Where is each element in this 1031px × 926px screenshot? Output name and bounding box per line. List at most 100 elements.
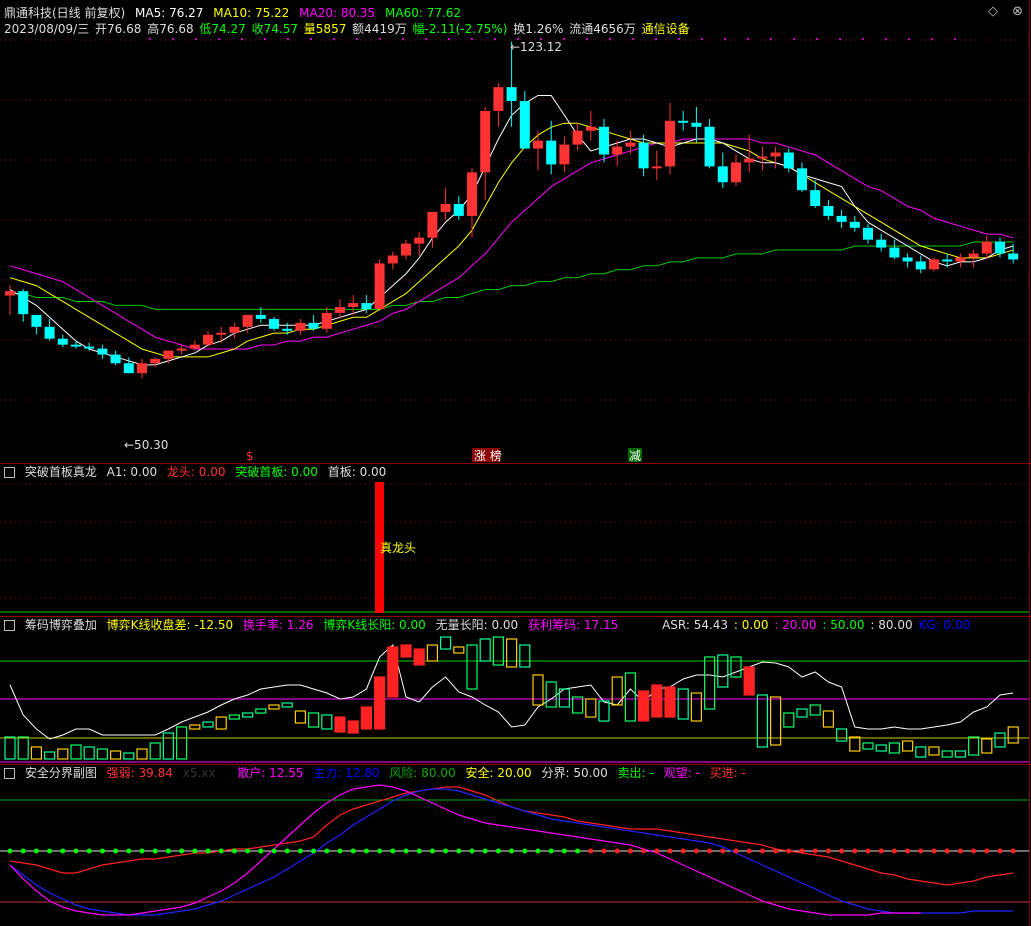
candle-body (110, 354, 121, 364)
top-dot (172, 38, 174, 40)
chip-bar (215, 716, 227, 730)
chip-bar (374, 676, 386, 730)
signal-dot (47, 848, 53, 854)
signal-dot (905, 848, 911, 854)
panel4-hidden: x5.xx (182, 766, 216, 780)
signal-dot (218, 848, 224, 854)
signal-dot (271, 848, 277, 854)
candle-body (757, 156, 768, 159)
chip-bar (189, 724, 201, 730)
candle-body (189, 344, 200, 349)
signal-dot (891, 848, 897, 854)
chip-bar (756, 694, 769, 748)
candle-body (678, 120, 689, 123)
candle-body (863, 227, 873, 240)
panel3-title: 筹码博弈叠加 (24, 618, 97, 632)
chip-bar (202, 721, 214, 728)
chip-bar (994, 732, 1006, 748)
signal-dot (627, 848, 633, 854)
top-dot (862, 38, 864, 40)
candle-body (506, 87, 517, 102)
panel-chips[interactable]: 筹码博弈叠加 博弈K线收盘差: -12.50 换手率: 1.26 博弈K线长阳:… (0, 617, 1031, 764)
panel-breakout[interactable]: 真龙头 突破首板真龙 A1: 0.00 龙头: 0.00 突破首板: 0.00 … (0, 464, 1031, 616)
signal-dot (258, 848, 264, 854)
panel2-a1: A1: 0.00 (106, 465, 158, 479)
chip-bar (453, 646, 465, 654)
panel2-title: 突破首板真龙 (24, 465, 97, 479)
candle-body (823, 205, 834, 216)
stock-title: 鼎通科技(日线 前复权) (4, 6, 126, 20)
chip-bar (360, 706, 372, 730)
panel2-header: 突破首板真龙 A1: 0.00 龙头: 0.00 突破首板: 0.00 首板: … (4, 464, 392, 480)
open-value: 开76.68 (95, 22, 142, 36)
candle-body (968, 253, 979, 258)
candle-body (981, 241, 992, 254)
ma10-value: MA10: 75.22 (213, 6, 290, 20)
panel-box-icon[interactable] (4, 467, 15, 478)
signal-dot (825, 848, 831, 854)
candle-body (519, 101, 530, 149)
candle-body (585, 126, 596, 131)
sector-link[interactable]: 通信设备 (642, 22, 690, 36)
candle-body (665, 120, 675, 167)
signal-dot (33, 848, 39, 854)
panel-box-icon[interactable] (4, 768, 15, 779)
signal-dot (522, 848, 528, 854)
candle-body (876, 239, 887, 248)
chip-bar (123, 752, 135, 760)
chip-game-chart[interactable] (0, 617, 1031, 764)
candle-body (150, 358, 161, 364)
close-icon[interactable]: ⊗ (1012, 4, 1023, 19)
ma20-value: MA20: 80.35 (299, 6, 376, 20)
signal-dot (601, 848, 607, 854)
breakout-indicator-chart[interactable]: 真龙头 (0, 464, 1031, 616)
candle-body (203, 334, 213, 345)
candle-body (84, 346, 95, 349)
signal-dot (997, 848, 1003, 854)
candle-body (44, 326, 55, 339)
chip-bar (466, 644, 478, 690)
candlestick-chart[interactable]: ←123.12 ←50.30 $ 涨 榜 减 (0, 0, 1031, 463)
ma5-value: MA5: 76.27 (135, 6, 204, 20)
amount-value: 额4419万 (352, 22, 407, 36)
candle-body (229, 326, 240, 333)
main-chart-pane[interactable]: ←123.12 ←50.30 $ 涨 榜 减 鼎通科技(日线 前复权) MA5: 76.… (0, 0, 1031, 463)
signal-dot (495, 848, 501, 854)
candle-body (889, 247, 900, 258)
top-dot (402, 38, 404, 40)
top-dot (333, 38, 335, 40)
signal-dot (614, 848, 620, 854)
candle-body (97, 348, 108, 355)
candle-body (770, 152, 781, 157)
ma20-line (9, 138, 1014, 350)
chip-bar (387, 646, 399, 698)
signal-dot (469, 848, 475, 854)
panel4-guanwang: 观望: - (663, 766, 700, 780)
signal-dot (416, 848, 422, 854)
signal-dot (297, 848, 303, 854)
top-dot (379, 38, 381, 40)
chip-bar (96, 748, 109, 760)
signal-dot (773, 848, 779, 854)
vol-value: 量5857 (303, 22, 347, 36)
top-dot (241, 38, 243, 40)
chip-bar (321, 714, 333, 730)
signal-dot (7, 848, 13, 854)
signal-dot (126, 848, 132, 854)
chip-bar (4, 736, 16, 760)
panel-box-icon[interactable] (4, 620, 15, 631)
candle-body (335, 307, 345, 313)
chip-bar (928, 746, 940, 756)
signal-dot (693, 848, 699, 854)
panel4-sanhu: 散户: 12.55 (237, 766, 304, 780)
diamond-icon[interactable]: ◇ (988, 4, 998, 19)
chip-bar (440, 636, 452, 650)
safety-line-chart[interactable] (0, 765, 1031, 926)
panel-safety[interactable]: 安全分界副图 强弱: 39.84 x5.xx 散户: 12.55 主力: 12.… (0, 765, 1031, 926)
chip-bar (347, 720, 359, 734)
signal-dot (429, 848, 435, 854)
chip-bar (519, 644, 531, 668)
marker-dollar: $ (246, 449, 254, 463)
chip-bar (703, 656, 716, 710)
candle-body (731, 162, 741, 183)
